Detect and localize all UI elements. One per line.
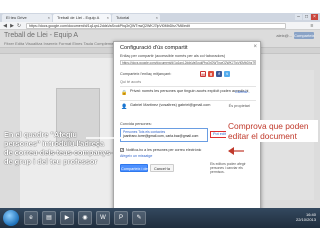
person-icon: 👤 bbox=[121, 104, 128, 110]
explorer-icon[interactable]: e bbox=[24, 211, 38, 225]
invite-emails-value: joanfranc.torre@gmail.com, carla.baz@gma… bbox=[123, 134, 199, 138]
clock-date: 22/10/2013 bbox=[295, 217, 316, 222]
paint-icon[interactable]: ✎ bbox=[132, 211, 146, 225]
annotation-arrow-right-icon bbox=[228, 147, 244, 155]
tab-label: El teu Drive bbox=[6, 15, 27, 20]
share-link-field[interactable]: https://docs.google.com/document/d/1q1qn… bbox=[120, 60, 256, 65]
word-icon[interactable]: W bbox=[96, 211, 110, 225]
invite-label: Convida persones: bbox=[120, 122, 152, 126]
cancel-button[interactable]: Cancel·la bbox=[150, 164, 174, 172]
share-via-icons: M g f t bbox=[200, 71, 230, 77]
media-player-icon[interactable]: ▶ bbox=[60, 211, 74, 225]
notify-label: Notifica-ho a les persones per correu el… bbox=[126, 148, 202, 152]
owner-text: Gabriel Martínez (vosaltres) gabriel@gma… bbox=[130, 103, 211, 107]
share-save-button[interactable]: Comparteix i desa bbox=[120, 164, 152, 172]
facebook-icon[interactable]: f bbox=[216, 71, 222, 77]
access-header: Qui té accés bbox=[120, 80, 142, 84]
dialog-title: Configuració d'ús compartit bbox=[120, 45, 188, 51]
back-icon[interactable]: ◀ bbox=[2, 23, 8, 29]
slide: El teu Drive × Treball de Llei - Equip A… bbox=[0, 0, 320, 240]
address-bar: ◀ ▶ ↻ https://docs.google.com/document/d… bbox=[0, 22, 320, 30]
invite-people-input[interactable]: Persones Tots els contactes joanfranc.to… bbox=[120, 128, 208, 142]
notify-row[interactable]: ✓ Notifica-ho a les persones per correu … bbox=[120, 148, 202, 153]
lock-icon: 🔒 bbox=[121, 90, 128, 96]
browser-tab-drive[interactable]: El teu Drive × bbox=[2, 14, 52, 22]
browser-menu-icon[interactable]: ≡ bbox=[308, 23, 316, 29]
document-user: aleix@... bbox=[276, 33, 292, 38]
reload-icon[interactable]: ↻ bbox=[16, 23, 22, 29]
annotation-arrow-left-icon bbox=[86, 134, 122, 142]
google-plus-icon[interactable]: g bbox=[208, 71, 214, 77]
start-button-icon[interactable] bbox=[3, 210, 19, 226]
browser-tab-document[interactable]: Treball de Llei - Equip A × bbox=[53, 14, 111, 22]
change-visibility-link[interactable]: Canvia... bbox=[235, 90, 250, 94]
document-menu-bar[interactable]: Fitxer Edita Visualitza Insereix Format … bbox=[4, 41, 130, 46]
access-row-visibility: 🔒 Privat: només les persones que tinguin… bbox=[120, 86, 256, 98]
folder-icon[interactable]: ▤ bbox=[42, 211, 56, 225]
access-visibility-text: Privat: només les persones que tinguin a… bbox=[130, 89, 249, 93]
tab-label: Tutorial bbox=[116, 15, 130, 20]
access-row-owner: 👤 Gabriel Martínez (vosaltres) gabriel@g… bbox=[120, 100, 256, 112]
window-controls: – □ × bbox=[295, 14, 318, 20]
document-share-button[interactable]: Comparteix bbox=[294, 32, 314, 39]
system-tray[interactable]: 16:40 22/10/2013 bbox=[296, 212, 316, 222]
minimize-icon[interactable]: – bbox=[295, 14, 302, 20]
twitter-icon[interactable]: t bbox=[224, 71, 230, 77]
maximize-icon[interactable]: □ bbox=[303, 14, 310, 20]
tab-label: Treball de Llei - Equip A bbox=[57, 15, 100, 20]
close-icon[interactable]: × bbox=[253, 44, 257, 50]
close-icon[interactable]: × bbox=[48, 14, 50, 22]
share-link-label: Enllaç per compartir (accessible només p… bbox=[120, 54, 226, 58]
annotation-right: Comprova que poden editar el document bbox=[226, 120, 318, 142]
add-message-link[interactable]: Afegeix un missatge bbox=[120, 154, 152, 158]
chrome-icon[interactable]: ◉ bbox=[78, 211, 92, 225]
owner-role: És propietari bbox=[228, 104, 250, 108]
gmail-icon[interactable]: M bbox=[200, 71, 206, 77]
close-icon[interactable]: × bbox=[156, 14, 158, 22]
browser-tabbar: El teu Drive × Treball de Llei - Equip A… bbox=[0, 13, 320, 22]
document-title[interactable]: Treball de Llei - Equip A bbox=[4, 32, 78, 39]
share-via-label: Comparteix l'enllaç mitjançant: bbox=[120, 72, 172, 76]
owner-settings-text: Els editors poden afegir persones i canv… bbox=[210, 162, 246, 175]
browser-tab-tutorial[interactable]: Tutorial × bbox=[112, 14, 160, 22]
powerpoint-icon[interactable]: P bbox=[114, 211, 128, 225]
checkbox-checked-icon[interactable]: ✓ bbox=[120, 148, 124, 153]
taskbar: e ▤ ▶ ◉ W P ✎ 16:40 22/10/2013 bbox=[0, 208, 320, 228]
close-window-icon[interactable]: × bbox=[311, 14, 318, 20]
forward-icon[interactable]: ▶ bbox=[9, 23, 15, 29]
url-input[interactable]: https://docs.google.com/document/d/1q1qn… bbox=[26, 23, 286, 29]
close-icon[interactable]: × bbox=[107, 14, 109, 22]
slide-top-margin bbox=[0, 0, 320, 13]
